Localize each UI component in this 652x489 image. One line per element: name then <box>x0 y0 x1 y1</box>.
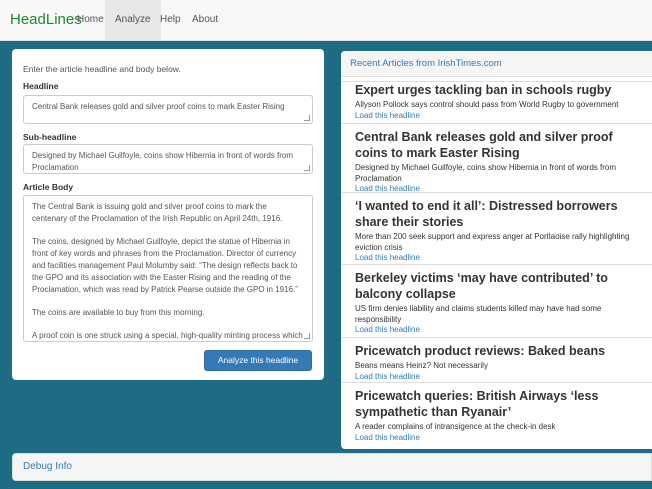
load-headline-link[interactable]: Load this headline <box>355 372 638 383</box>
debug-info-panel[interactable]: Debug Info <box>12 453 652 481</box>
resize-handle-icon[interactable] <box>304 165 310 171</box>
article-item: Berkeley victims ‘may have contributed’ … <box>341 264 652 336</box>
form-intro: Enter the article headline and body belo… <box>23 64 181 74</box>
article-title: Pricewatch queries: British Airways ‘les… <box>355 389 599 419</box>
nav-about[interactable]: About <box>182 0 228 40</box>
debug-info-title[interactable]: Debug Info <box>23 461 72 472</box>
headline-value: Central Bank releases gold and silver pr… <box>32 102 285 111</box>
article-subtitle: A reader complains of intransigence at t… <box>355 422 556 431</box>
resize-handle-icon[interactable] <box>304 333 310 339</box>
body-paragraph: The Central Bank is issuing gold and sil… <box>32 202 283 223</box>
body-paragraph: The coins, designed by Michael Guilfoyle… <box>32 237 298 294</box>
article-item: ‘I wanted to end it all’: Distressed bor… <box>341 192 652 264</box>
analyze-headline-button[interactable]: Analyze this headline <box>204 350 312 371</box>
article-subtitle: More than 200 seek support and express a… <box>355 232 630 252</box>
body-paragraph: The coins are available to buy from this… <box>32 308 205 317</box>
load-headline-link[interactable]: Load this headline <box>355 325 638 336</box>
body-paragraph: A proof coin is one struck using a speci… <box>32 331 303 340</box>
article-subtitle: Designed by Michael Guilfoyle, coins sho… <box>355 163 617 183</box>
article-body-label: Article Body <box>23 182 74 192</box>
article-item: Pricewatch product reviews: Baked beans … <box>341 337 652 382</box>
article-item: Pricewatch queries: British Airways ‘les… <box>341 382 652 443</box>
load-headline-link[interactable]: Load this headline <box>355 111 638 122</box>
load-headline-link[interactable]: Load this headline <box>355 253 638 264</box>
article-title: Berkeley victims ‘may have contributed’ … <box>355 271 608 301</box>
article-title: Pricewatch product reviews: Baked beans <box>355 344 606 358</box>
resize-handle-icon[interactable] <box>304 115 310 121</box>
load-headline-link[interactable]: Load this headline <box>355 433 638 444</box>
subheadline-value: Designed by Michael Guilfoyle, coins sho… <box>32 151 294 172</box>
subheadline-field[interactable]: Designed by Michael Guilfoyle, coins sho… <box>23 144 313 174</box>
article-subtitle: Allyson Pollock says control should pass… <box>355 100 619 109</box>
headline-field[interactable]: Central Bank releases gold and silver pr… <box>23 95 313 124</box>
article-title: Expert urges tackling ban in schools rug… <box>355 83 612 97</box>
recent-articles-title: Recent Articles from IrishTimes.com <box>341 51 652 77</box>
article-title: Central Bank releases gold and silver pr… <box>355 130 613 160</box>
article-subtitle: Beans means Heinz? Not necessarily <box>355 361 488 370</box>
article-item: Central Bank releases gold and silver pr… <box>341 123 652 195</box>
article-body-field[interactable]: The Central Bank is issuing gold and sil… <box>23 195 313 342</box>
headline-label: Headline <box>23 81 59 91</box>
subheadline-label: Sub-headline <box>23 132 77 142</box>
analyze-form-panel: Enter the article headline and body belo… <box>12 49 324 380</box>
article-title: ‘I wanted to end it all’: Distressed bor… <box>355 199 618 229</box>
recent-articles-panel: Recent Articles from IrishTimes.com Expe… <box>341 51 652 449</box>
article-item: Expert urges tackling ban in schools rug… <box>341 81 652 121</box>
article-subtitle: US firm denies liability and claims stud… <box>355 304 602 324</box>
navbar: HeadLines Home Analyze Help About <box>0 0 652 41</box>
